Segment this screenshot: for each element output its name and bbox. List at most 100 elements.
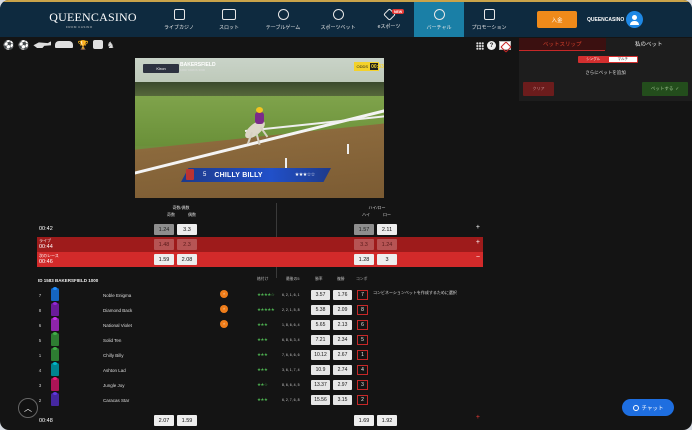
collapse-icon[interactable]: −: [476, 254, 480, 261]
avatar[interactable]: [626, 11, 643, 28]
runner-name: Noble Enigma: [103, 293, 132, 298]
nav-label: eスポーツ: [377, 23, 401, 30]
win-odds-button[interactable]: 5.38: [311, 305, 330, 315]
live-casino-icon: [173, 8, 185, 20]
video-provider-logo: Kiron: [143, 64, 179, 73]
place-odds-button[interactable]: 1.76: [333, 290, 352, 300]
place-odds-button[interactable]: 2.34: [333, 335, 352, 345]
low-button[interactable]: 1.92: [377, 415, 397, 426]
expand-icon[interactable]: +: [476, 224, 480, 231]
nav-item-esports[interactable]: NEW eスポーツ: [364, 2, 414, 37]
win-odds-button[interactable]: 10.9: [311, 365, 330, 375]
hot-badge-icon: ⚡: [220, 290, 228, 298]
combo-select-button[interactable]: 4: [357, 365, 368, 375]
place-odds-button[interactable]: 2.97: [333, 380, 352, 390]
runner-form: 2, 2, 1, 5, 8: [282, 308, 300, 312]
place-col-header: 複勝: [337, 277, 345, 281]
runner-name: Ashton Lad: [103, 368, 126, 373]
race-row[interactable]: 00:42 1.24 3.3 1.57 2.11 +: [37, 222, 483, 237]
mode-single[interactable]: シングル: [579, 57, 608, 62]
football-icon[interactable]: ⚽: [3, 40, 14, 49]
view-tools: ?: [476, 41, 511, 50]
car-racing-icon[interactable]: [55, 41, 74, 48]
low-button[interactable]: 2.11: [377, 224, 397, 235]
brand-logo[interactable]: QUEENCASINO: [44, 10, 142, 25]
place-odds-button[interactable]: 2.09: [333, 305, 352, 315]
odd-col-header: 奇数: [167, 212, 175, 217]
win-odds-button[interactable]: 15.56: [311, 395, 330, 405]
runner-rating: ★★☆: [257, 382, 268, 387]
place-bet-label: ベットする: [650, 86, 674, 91]
grid-view-icon[interactable]: [476, 41, 484, 50]
high-button[interactable]: 1.57: [354, 224, 374, 235]
nav-item-slots[interactable]: スロット: [204, 2, 254, 37]
deposit-button[interactable]: 入金: [537, 11, 577, 28]
combo-select-button[interactable]: 3: [357, 380, 368, 390]
high-button[interactable]: 3.3: [354, 239, 374, 250]
even-button[interactable]: 1.59: [177, 415, 197, 426]
horse-icon[interactable]: ♞: [107, 40, 115, 49]
jockey-silk-icon: [51, 348, 59, 361]
race-row-next[interactable]: 次のレース 00:46 1.59 2.08 1.28 3 −: [37, 252, 483, 267]
scroll-top-button[interactable]: ︿: [18, 398, 38, 418]
combo-select-button[interactable]: 2: [357, 395, 368, 405]
check-icon: ✓: [675, 86, 680, 91]
runner-rating: ★★★★☆: [257, 292, 275, 297]
help-icon[interactable]: ?: [487, 41, 496, 50]
race-row[interactable]: 00:48 2.07 1.59 1.69 1.92 +: [37, 414, 483, 428]
high-button[interactable]: 1.69: [354, 415, 374, 426]
clear-button[interactable]: クリア: [523, 82, 554, 96]
expand-icon[interactable]: +: [476, 239, 480, 246]
nav-item-table-games[interactable]: テーブルゲーム: [254, 2, 312, 37]
mode-multi[interactable]: マルチ: [608, 57, 637, 62]
low-button[interactable]: 1.24: [377, 239, 397, 250]
flag-icon[interactable]: [499, 41, 511, 50]
football-alt-icon[interactable]: ⚽: [18, 40, 29, 49]
tab-my-bets[interactable]: 私のベット: [606, 38, 692, 50]
runner-name: Diamond Back: [103, 308, 133, 313]
place-bet-button[interactable]: ベットする ✓: [642, 82, 688, 96]
high-button[interactable]: 1.28: [354, 254, 374, 265]
place-odds-button[interactable]: 2.67: [333, 350, 352, 360]
bet-mode-toggle[interactable]: シングル マルチ: [578, 56, 638, 63]
low-col-header: ロー: [383, 212, 391, 217]
nav-item-sports-bet[interactable]: スポーツベット: [312, 2, 364, 37]
table-games-icon: [277, 8, 289, 20]
greyhound-icon[interactable]: [33, 41, 52, 48]
race-row-live[interactable]: ライブ 00:44 1.48 2.3 3.3 1.24 +: [37, 237, 483, 252]
nav-item-promotion[interactable]: プロモーション: [464, 2, 514, 37]
trophy-icon[interactable]: 🏆: [77, 40, 88, 49]
combo-select-button[interactable]: 7: [357, 290, 368, 300]
combo-select-button[interactable]: 8: [357, 305, 368, 315]
nav-item-virtual[interactable]: バーチャル: [414, 2, 464, 37]
even-button[interactable]: 2.08: [177, 254, 197, 265]
combo-select-button[interactable]: 5: [357, 335, 368, 345]
nav-item-live-casino[interactable]: ライブカジノ: [154, 2, 204, 37]
win-odds-button[interactable]: 13.37: [311, 380, 330, 390]
odd-button[interactable]: 1.24: [154, 224, 174, 235]
tab-bet-slip[interactable]: ベットスリップ: [519, 38, 606, 50]
win-odds-button[interactable]: 5.65: [311, 320, 330, 330]
even-button[interactable]: 3.3: [177, 224, 197, 235]
runner-form: 8, 6, 6, 4, 5: [282, 383, 300, 387]
odd-button[interactable]: 1.48: [154, 239, 174, 250]
place-odds-button[interactable]: 2.74: [333, 365, 352, 375]
race-video[interactable]: Kiron BAKERSFIELD 1000 YARDS 3000 ODDS 0…: [135, 58, 384, 198]
place-odds-button[interactable]: 2.13: [333, 320, 352, 330]
horse-racing-icon[interactable]: [92, 40, 103, 49]
main-nav: ライブカジノ スロット テーブルゲーム スポーツベット NEW eスポーツ バー…: [154, 2, 514, 37]
expand-icon[interactable]: +: [476, 414, 480, 421]
low-button[interactable]: 3: [377, 254, 397, 265]
runner-number: 1: [38, 353, 42, 358]
chat-button[interactable]: チャット: [622, 399, 674, 416]
odd-button[interactable]: 1.59: [154, 254, 174, 265]
win-odds-button[interactable]: 7.21: [311, 335, 330, 345]
place-odds-button[interactable]: 3.15: [333, 395, 352, 405]
combo-select-button[interactable]: 6: [357, 320, 368, 330]
even-button[interactable]: 2.3: [177, 239, 197, 250]
combo-select-button[interactable]: 1: [357, 350, 368, 360]
win-odds-button[interactable]: 3.57: [311, 290, 330, 300]
odd-button[interactable]: 2.07: [154, 415, 174, 426]
username[interactable]: QUEENCASINO: [587, 17, 624, 23]
win-odds-button[interactable]: 10.12: [311, 350, 330, 360]
